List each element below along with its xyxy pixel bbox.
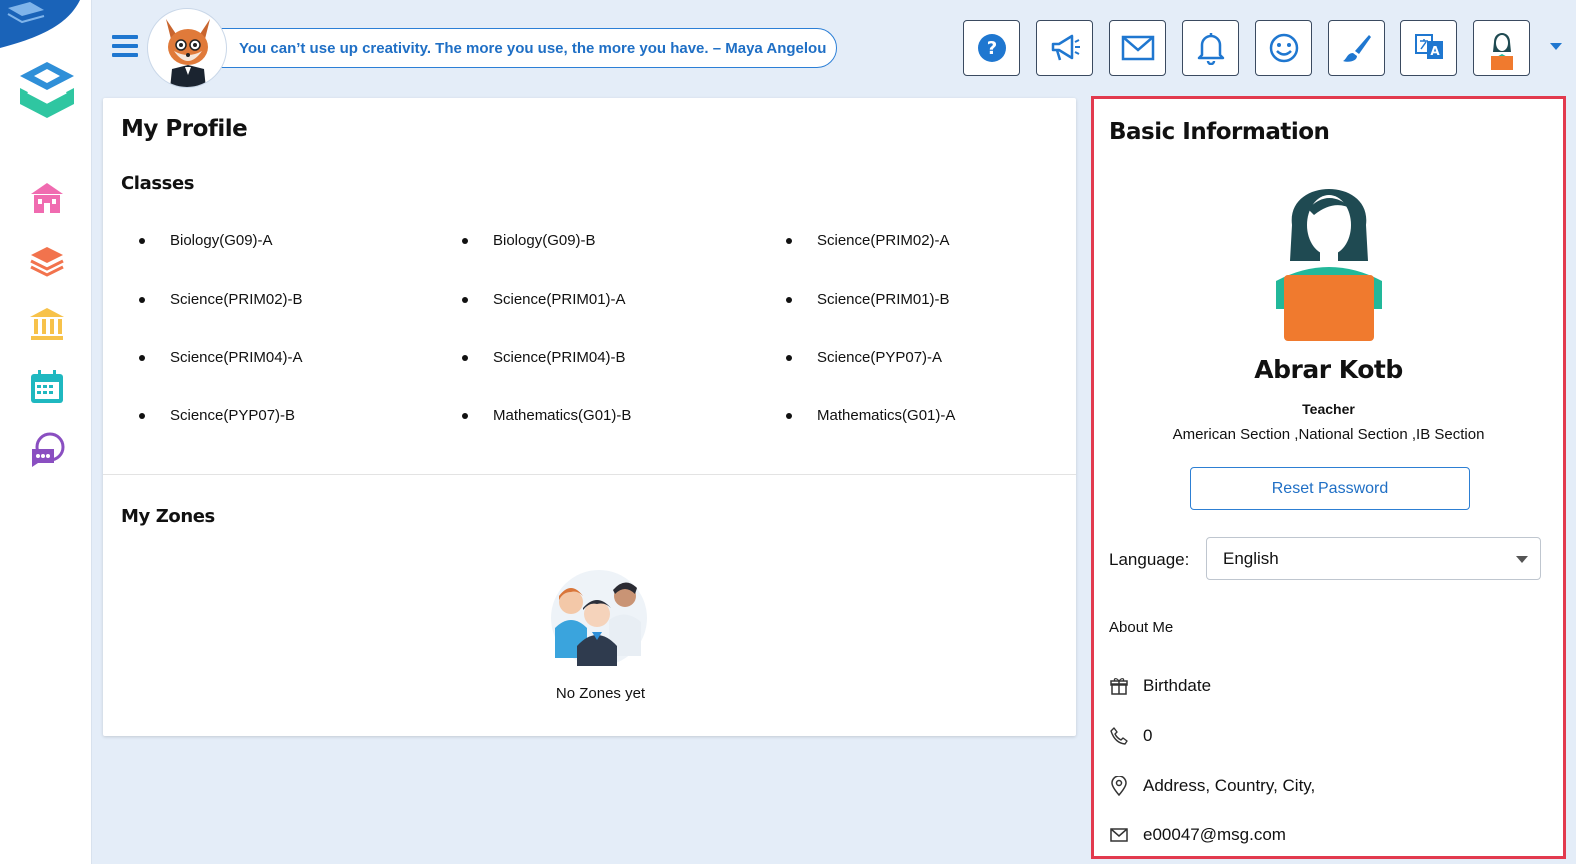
people-group-icon — [551, 570, 647, 666]
bell-icon — [1197, 33, 1224, 65]
envelope-icon — [1110, 828, 1128, 842]
class-item[interactable]: Science(PRIM01)-B — [786, 291, 950, 308]
class-item[interactable]: Science(PRIM01)-A — [462, 291, 626, 308]
user-sections: American Section ,National Section ,IB S… — [1172, 426, 1485, 443]
app-logo-icon[interactable] — [14, 58, 80, 124]
language-button[interactable]: A — [1400, 20, 1457, 76]
layers-icon[interactable] — [26, 240, 68, 282]
no-zones-text: No Zones yet — [555, 685, 646, 702]
user-name: Abrar Kotb — [1254, 355, 1403, 384]
class-item[interactable]: Mathematics(G01)-A — [786, 407, 955, 424]
profile-button[interactable] — [1473, 20, 1530, 76]
address-value: Address, Country, City, — [1143, 776, 1316, 795]
divider — [103, 474, 1076, 475]
chevron-down-icon — [1516, 556, 1528, 563]
class-item[interactable]: Biology(G09)-A — [139, 232, 273, 249]
page-title: My Profile — [121, 116, 248, 142]
theme-button[interactable] — [1328, 20, 1385, 76]
birthdate-value: Birthdate — [1143, 676, 1212, 695]
school-icon[interactable] — [26, 177, 68, 219]
quote-banner: You can’t use up creativity. The more yo… — [196, 28, 837, 68]
class-item[interactable]: Science(PYP07)-A — [786, 349, 942, 366]
help-icon: ? — [977, 34, 1006, 62]
corner-book-icon — [0, 0, 80, 48]
reset-password-button[interactable]: Reset Password — [1190, 467, 1470, 510]
messages-button[interactable] — [1109, 20, 1166, 76]
announcements-button[interactable] — [1036, 20, 1093, 76]
language-label: Language: — [1109, 550, 1190, 569]
notifications-button[interactable] — [1182, 20, 1239, 76]
calendar-icon[interactable] — [26, 366, 68, 408]
language-select[interactable]: English — [1206, 537, 1541, 580]
svg-text:A: A — [1430, 44, 1440, 58]
user-avatar-icon — [1490, 33, 1513, 70]
class-item[interactable]: Science(PRIM02)-B — [139, 291, 303, 308]
class-item[interactable]: Science(PRIM04)-A — [139, 349, 303, 366]
classes-heading: Classes — [121, 173, 195, 194]
basic-info-title: Basic Information — [1109, 119, 1330, 145]
zones-heading: My Zones — [121, 506, 215, 527]
mail-icon — [1121, 35, 1154, 61]
class-item[interactable]: Science(PRIM04)-B — [462, 349, 626, 366]
svg-text:?: ? — [986, 38, 996, 59]
mascot-fox-icon — [147, 8, 227, 88]
megaphone-icon — [1051, 34, 1080, 61]
help-button[interactable]: ? — [963, 20, 1020, 76]
about-me-heading: About Me — [1109, 619, 1174, 636]
quote-text: You can’t use up creativity. The more yo… — [239, 40, 827, 57]
phone-icon — [1110, 727, 1128, 745]
class-item[interactable]: Science(PRIM02)-A — [786, 232, 950, 249]
smiley-icon — [1269, 33, 1298, 63]
basic-information-panel: Basic Information Abrar Kotb Teacher Ame… — [1091, 96, 1566, 859]
menu-icon[interactable] — [112, 35, 138, 57]
sidebar — [0, 0, 92, 864]
mood-button[interactable] — [1255, 20, 1312, 76]
chat-icon[interactable] — [26, 429, 68, 471]
user-role: Teacher — [1302, 401, 1355, 417]
profile-card: My Profile Classes Biology(G09)-A Biolog… — [103, 98, 1076, 736]
account-menu-chevron-down-icon[interactable] — [1550, 43, 1562, 50]
class-item[interactable]: Mathematics(G01)-B — [462, 407, 631, 424]
institution-icon[interactable] — [26, 303, 68, 345]
class-item[interactable]: Biology(G09)-B — [462, 232, 596, 249]
phone-value: 0 — [1143, 726, 1153, 745]
translate-icon: A — [1414, 34, 1443, 59]
location-pin-icon — [1111, 776, 1127, 796]
class-item[interactable]: Science(PYP07)-B — [139, 407, 295, 424]
teacher-avatar-icon — [1276, 189, 1382, 341]
brush-icon — [1342, 35, 1371, 62]
gift-icon — [1110, 678, 1128, 695]
language-select-value: English — [1223, 549, 1279, 568]
email-value: e00047@msg.com — [1143, 825, 1286, 844]
